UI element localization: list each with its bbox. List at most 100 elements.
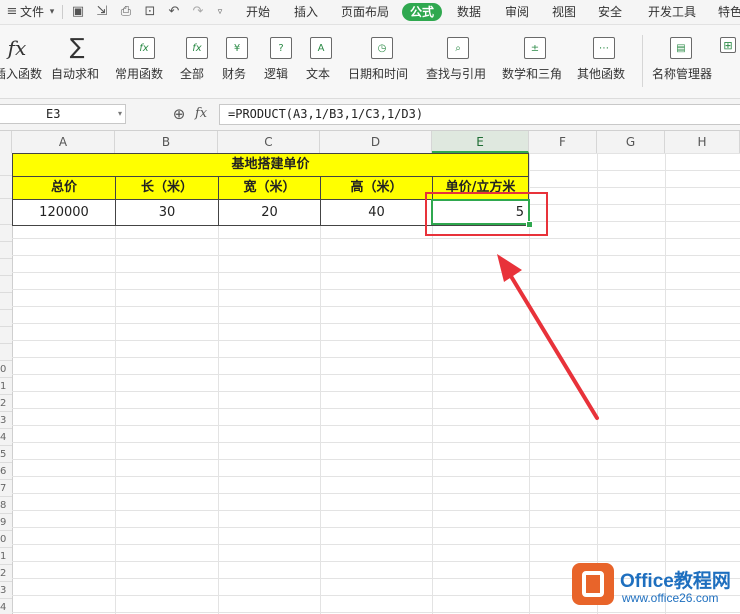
name-manager-icon: ▤: [670, 37, 692, 59]
sigma-icon: ∑: [69, 35, 85, 60]
column-header-a[interactable]: A: [12, 131, 115, 153]
header-cell-length[interactable]: 长（米）: [115, 176, 219, 200]
logical-button[interactable]: ? 逻辑: [264, 33, 298, 93]
watermark-url: www.office26.com: [622, 591, 719, 605]
row-header[interactable]: [0, 344, 12, 361]
tab-view[interactable]: 视图: [552, 0, 576, 24]
column-header-f[interactable]: F: [529, 131, 597, 153]
autosum-button[interactable]: ∑ 自动求和: [50, 33, 102, 93]
formula-ribbon: fx 插入函数 ∑ 自动求和 fx 常用函数 fx 全部 ¥ 财务 ? 逻辑 A…: [0, 25, 740, 99]
formula-bar: E3 ▾ ⊕ fx =PRODUCT(A3,1/B3,1/C3,1/D3): [0, 99, 740, 131]
lookup-icon: ⌕: [447, 37, 469, 59]
row-header[interactable]: 0: [0, 361, 12, 378]
tab-page-layout[interactable]: 页面布局: [341, 0, 389, 24]
print-preview-icon[interactable]: ⊡: [142, 4, 158, 20]
tab-review[interactable]: 审阅: [505, 0, 529, 24]
row-header[interactable]: [0, 310, 12, 327]
menu-bar: ≡ 文件 ▾ ▣ ⇲ ⎙ ⊡ ↶ ↷ ▿ 开始 插入 页面布局 公式 数据 审阅…: [0, 0, 740, 25]
data-cell-width[interactable]: 20: [218, 199, 321, 226]
date-time-label: 日期和时间: [348, 67, 409, 81]
name-box[interactable]: E3: [0, 104, 126, 124]
header-cell-height[interactable]: 高（米）: [320, 176, 433, 200]
row-header[interactable]: 9: [0, 514, 12, 531]
row-header[interactable]: 2: [0, 395, 12, 412]
math-trig-button[interactable]: ± 数学和三角: [502, 33, 574, 93]
logical-icon: ?: [270, 37, 292, 59]
insert-function-button[interactable]: fx 插入函数: [0, 33, 42, 93]
lookup-reference-button[interactable]: ⌕ 查找与引用: [426, 33, 498, 93]
redo-icon[interactable]: ↷: [190, 4, 206, 20]
data-cell-height[interactable]: 40: [320, 199, 433, 226]
undo-icon[interactable]: ↶: [166, 4, 182, 20]
name-manager-button[interactable]: ▤ 名称管理器: [650, 33, 718, 93]
print-icon[interactable]: ⎙: [118, 4, 134, 20]
row-header[interactable]: [0, 225, 12, 242]
zoom-icon[interactable]: ⊕: [170, 105, 188, 123]
column-header-b[interactable]: B: [115, 131, 218, 153]
header-cell-total-price[interactable]: 总价: [12, 176, 116, 200]
row-header[interactable]: [0, 276, 12, 293]
other-functions-icon: ⋯: [593, 37, 615, 59]
gridline: [597, 153, 598, 614]
tab-data[interactable]: 数据: [457, 0, 481, 24]
date-time-button[interactable]: ◷ 日期和时间: [348, 33, 420, 93]
row-header[interactable]: [0, 153, 12, 176]
tab-insert[interactable]: 插入: [294, 0, 318, 24]
common-functions-button[interactable]: fx 常用函数: [115, 33, 175, 93]
fx-icon: fx: [7, 36, 27, 60]
customize-dropdown-icon[interactable]: ▿: [212, 4, 228, 20]
row-header[interactable]: 0: [0, 531, 12, 548]
hamburger-menu-icon[interactable]: ≡: [4, 4, 20, 20]
column-headers: A B C D E F G H: [0, 131, 740, 154]
name-box-dropdown-icon[interactable]: ▾: [118, 104, 126, 124]
financial-icon: ¥: [226, 37, 248, 59]
row-header[interactable]: 4: [0, 429, 12, 446]
row-header[interactable]: [0, 327, 12, 344]
tab-features[interactable]: 特色: [718, 0, 740, 24]
row-header[interactable]: 1: [0, 548, 12, 565]
column-header-h[interactable]: H: [665, 131, 740, 153]
tab-home[interactable]: 开始: [246, 0, 270, 24]
row-header[interactable]: 4: [0, 599, 12, 614]
row-header[interactable]: [0, 293, 12, 310]
tab-formulas[interactable]: 公式: [402, 3, 443, 21]
row-header[interactable]: 3: [0, 582, 12, 599]
data-cell-length[interactable]: 30: [115, 199, 219, 226]
data-cell-total-price[interactable]: 120000: [12, 199, 116, 226]
column-header-d[interactable]: D: [320, 131, 432, 153]
save-icon[interactable]: ▣: [70, 4, 86, 20]
row-header[interactable]: [0, 242, 12, 259]
financial-button[interactable]: ¥ 财务: [222, 33, 256, 93]
row-header[interactable]: 1: [0, 378, 12, 395]
tab-developer[interactable]: 开发工具: [648, 0, 696, 24]
row-header[interactable]: 2: [0, 565, 12, 582]
row-header[interactable]: 3: [0, 412, 12, 429]
math-trig-label: 数学和三角: [502, 67, 563, 81]
insert-function-icon[interactable]: fx: [195, 105, 213, 123]
row-header[interactable]: [0, 259, 12, 276]
file-dropdown-icon[interactable]: ▾: [44, 4, 60, 20]
export-icon[interactable]: ⇲: [94, 4, 110, 20]
grid-icon[interactable]: ⊞: [720, 37, 736, 53]
formula-input[interactable]: =PRODUCT(A3,1/B3,1/C3,1/D3): [219, 104, 740, 125]
lookup-reference-label: 查找与引用: [426, 67, 487, 81]
row-header[interactable]: [0, 199, 12, 225]
row-header[interactable]: 8: [0, 497, 12, 514]
row-header[interactable]: 5: [0, 446, 12, 463]
column-header-g[interactable]: G: [597, 131, 665, 153]
text-functions-button[interactable]: A 文本: [306, 33, 340, 93]
column-header-e[interactable]: E: [432, 131, 529, 153]
row-header[interactable]: 7: [0, 480, 12, 497]
file-menu[interactable]: 文件: [20, 0, 44, 24]
table-title-cell[interactable]: 基地搭建单价: [12, 153, 529, 177]
all-functions-button[interactable]: fx 全部: [180, 33, 214, 93]
tab-security[interactable]: 安全: [598, 0, 622, 24]
row-header[interactable]: [0, 176, 12, 199]
math-icon: ±: [524, 37, 546, 59]
header-cell-width[interactable]: 宽（米）: [218, 176, 321, 200]
select-all-corner[interactable]: [0, 131, 12, 153]
row-header[interactable]: 6: [0, 463, 12, 480]
column-header-c[interactable]: C: [218, 131, 320, 153]
other-functions-button[interactable]: ⋯ 其他函数: [577, 33, 639, 93]
ribbon-separator: [642, 35, 643, 87]
